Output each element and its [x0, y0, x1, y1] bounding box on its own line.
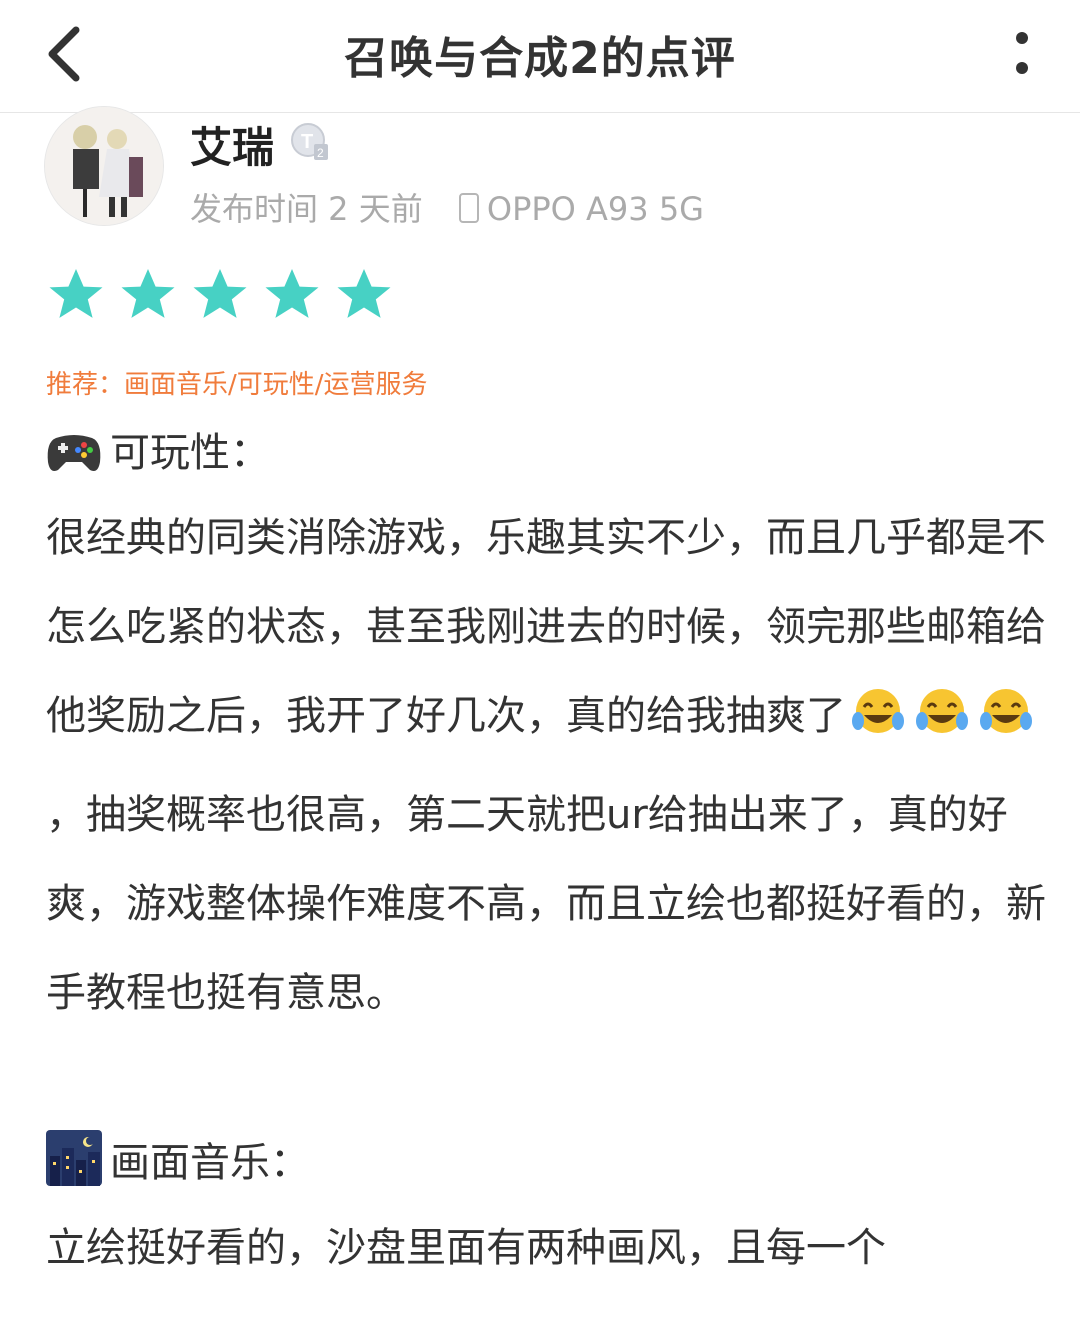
review-text: ，抽奖概率也很高，第二天就把ur给抽出来了，真的好爽，游戏整体操作难度不高，而且…: [46, 792, 1046, 1016]
svg-text:2: 2: [317, 146, 324, 160]
review-paragraph: 立绘挺好看的，沙盘里面有两种画风，且每一个: [46, 1204, 1046, 1293]
device-info: OPPO A93 5G: [458, 190, 704, 228]
review-text: 立绘挺好看的，沙盘里面有两种画风，且每一个: [46, 1225, 886, 1271]
review-paragraph: 很经典的同类消除游戏，乐趣其实不少，而且几乎都是不怎么吃紧的状态，甚至我刚进去的…: [46, 494, 1046, 1038]
star-icon: [121, 269, 175, 318]
publish-time: 发布时间 2 天前: [190, 190, 423, 228]
review-meta: 发布时间 2 天前 OPPO A93 5G: [190, 184, 704, 230]
page-title: 召唤与合成2的点评: [344, 33, 736, 84]
star-rating: [46, 266, 406, 326]
star-icon: [337, 269, 391, 318]
username[interactable]: 艾瑞: [190, 114, 274, 175]
gamepad-icon: [47, 435, 101, 471]
tears-of-joy-icon: [852, 689, 904, 733]
tears-of-joy-icon: [916, 689, 968, 733]
star-icon: [193, 269, 247, 318]
section-title: 可玩性：: [110, 430, 270, 476]
level-badge-icon: T 2: [291, 123, 328, 160]
top-bar: 召唤与合成2的点评: [0, 0, 1080, 113]
section-heading-graphics-music: 画面音乐：: [46, 1130, 310, 1188]
star-icon: [49, 269, 103, 318]
more-button[interactable]: [1008, 28, 1038, 78]
avatar-illustration-icon: [45, 107, 163, 225]
phone-icon: [458, 193, 479, 223]
star-icon: [265, 269, 319, 318]
section-title: 画面音乐：: [110, 1140, 310, 1186]
tears-of-joy-icon: [980, 689, 1032, 733]
night-city-icon: [46, 1130, 102, 1186]
svg-text:T: T: [301, 131, 313, 153]
emoji-group: [846, 682, 1038, 771]
section-heading-playability: 可玩性：: [46, 420, 270, 478]
device-name: OPPO A93 5G: [486, 190, 704, 228]
avatar[interactable]: [44, 106, 164, 226]
recommend-tags: 推荐：画面音乐/可玩性/运营服务: [46, 370, 428, 400]
